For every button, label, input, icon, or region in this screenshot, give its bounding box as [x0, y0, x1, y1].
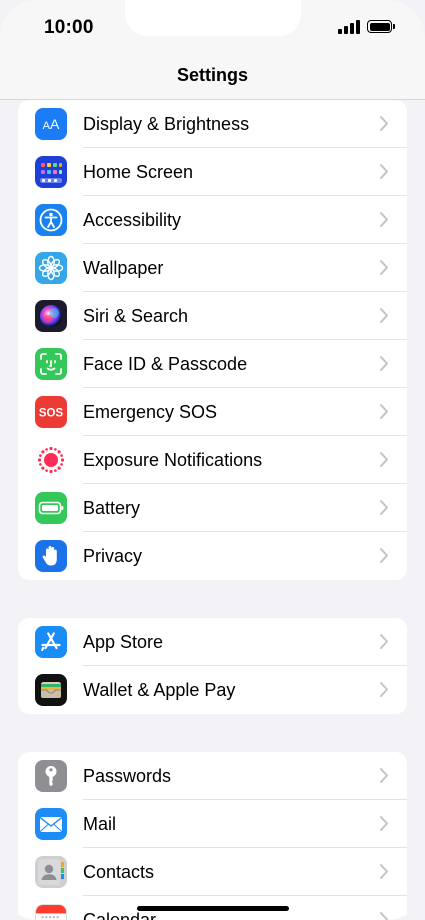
row-wallpaper[interactable]: Wallpaper — [18, 244, 407, 292]
row-face-id-passcode[interactable]: Face ID & Passcode — [18, 340, 407, 388]
wallpaper-icon — [35, 252, 67, 284]
row-label: Accessibility — [83, 210, 182, 230]
row-label: Calendar — [83, 910, 157, 920]
svg-text:SOS: SOS — [39, 408, 64, 420]
chevron-right-icon — [380, 912, 388, 920]
privacy-hand-icon — [35, 540, 67, 572]
row-contacts[interactable]: Contacts — [18, 848, 407, 896]
status-time: 10:00 — [44, 17, 94, 38]
emergency-sos-icon: SOS — [35, 396, 67, 428]
settings-screen: 10:00 Settings AA Display & Brightness H… — [0, 0, 425, 920]
row-label: Wallpaper — [83, 258, 164, 278]
chevron-right-icon — [380, 308, 388, 323]
row-label: Face ID & Passcode — [83, 354, 248, 374]
row-emergency-sos[interactable]: SOS Emergency SOS — [18, 388, 407, 436]
siri-icon — [35, 300, 67, 332]
chevron-right-icon — [380, 682, 388, 697]
row-display-brightness[interactable]: AA Display & Brightness — [18, 100, 407, 148]
mail-icon — [35, 808, 67, 840]
home-indicator[interactable] — [137, 906, 289, 911]
chevron-right-icon — [380, 500, 388, 515]
face-id-icon — [35, 348, 67, 380]
display-brightness-icon: AA — [35, 108, 67, 140]
row-label: Passwords — [83, 766, 172, 786]
battery-icon — [35, 492, 67, 524]
chevron-right-icon — [380, 864, 388, 879]
row-home-screen[interactable]: Home Screen — [18, 148, 407, 196]
row-privacy[interactable]: Privacy — [18, 532, 407, 580]
row-app-store[interactable]: App Store — [18, 618, 407, 666]
chevron-right-icon — [380, 212, 388, 227]
accessibility-icon — [35, 204, 67, 236]
row-label: Exposure Notifications — [83, 450, 263, 470]
passwords-key-icon — [35, 760, 67, 792]
row-label: Contacts — [83, 862, 155, 882]
chevron-right-icon — [380, 452, 388, 467]
settings-group-apps: Passwords Mail Contacts Calendar — [18, 752, 407, 920]
notch — [125, 0, 301, 36]
row-wallet-apple-pay[interactable]: Wallet & Apple Pay — [18, 666, 407, 714]
row-label: Battery — [83, 498, 141, 518]
wallet-icon — [35, 674, 67, 706]
row-label: Emergency SOS — [83, 402, 218, 422]
battery-status-icon — [367, 20, 392, 33]
cellular-signal-icon — [338, 20, 362, 34]
chevron-right-icon — [380, 404, 388, 419]
row-exposure-notifications[interactable]: Exposure Notifications — [18, 436, 407, 484]
svg-text:AA: AA — [43, 116, 60, 132]
battery-cap — [393, 24, 395, 29]
contacts-icon — [35, 856, 67, 888]
app-store-icon — [35, 626, 67, 658]
row-accessibility[interactable]: Accessibility — [18, 196, 407, 244]
settings-group-store: App Store Wallet & Apple Pay — [18, 618, 407, 714]
row-label: Siri & Search — [83, 306, 189, 326]
row-passwords[interactable]: Passwords — [18, 752, 407, 800]
chevron-right-icon — [380, 164, 388, 179]
exposure-notifications-icon — [35, 444, 67, 476]
row-siri-search[interactable]: Siri & Search — [18, 292, 407, 340]
row-label: Privacy — [83, 546, 143, 566]
chevron-right-icon — [380, 116, 388, 131]
chevron-right-icon — [380, 634, 388, 649]
chevron-right-icon — [380, 548, 388, 563]
navigation-bar: Settings — [0, 52, 425, 100]
row-label: Home Screen — [83, 162, 194, 182]
page-title: Settings — [176, 65, 248, 85]
calendar-icon — [35, 904, 67, 920]
row-label: Wallet & Apple Pay — [83, 680, 236, 700]
row-label: Mail — [83, 814, 117, 834]
row-battery[interactable]: Battery — [18, 484, 407, 532]
row-label: App Store — [83, 632, 164, 652]
chevron-right-icon — [380, 816, 388, 831]
chevron-right-icon — [380, 260, 388, 275]
row-mail[interactable]: Mail — [18, 800, 407, 848]
home-screen-icon — [35, 156, 67, 188]
status-bar: 10:00 — [0, 0, 425, 52]
row-label: Display & Brightness — [83, 114, 250, 134]
chevron-right-icon — [380, 768, 388, 783]
chevron-right-icon — [380, 356, 388, 371]
settings-group-general: AA Display & Brightness Home Screen Acce… — [18, 100, 407, 580]
